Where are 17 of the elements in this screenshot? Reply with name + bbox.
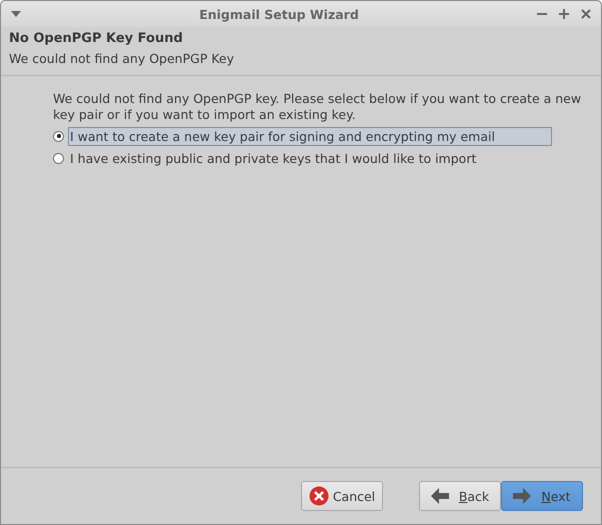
maximize-icon[interactable] [559, 9, 569, 19]
window-menu-icon[interactable] [11, 11, 21, 17]
option-label[interactable]: I want to create a new key pair for signing and encrypting my email [68, 126, 552, 146]
radio-button[interactable] [53, 130, 64, 142]
cancel-icon [308, 486, 329, 506]
next-button[interactable]: Next [501, 481, 583, 511]
option-label[interactable]: I have existing public and private keys that I would like to import [68, 148, 478, 168]
close-icon[interactable] [581, 9, 591, 19]
back-button[interactable]: Back [419, 481, 501, 511]
description-text: We could not find any OpenPGP key. Please select below if you want to create a new key pair or if you want to import an existing key. [53, 91, 582, 123]
right-arrow-icon [513, 488, 532, 504]
page-subtitle: We could not find any OpenPGP Key [9, 50, 235, 68]
window-title: Enigmail Setup Wizard [198, 6, 360, 22]
cancel-button[interactable]: Cancel [301, 481, 383, 511]
left-arrow-icon [430, 488, 449, 504]
radio-button[interactable] [53, 152, 64, 164]
page-title: No OpenPGP Key Found [9, 30, 184, 48]
